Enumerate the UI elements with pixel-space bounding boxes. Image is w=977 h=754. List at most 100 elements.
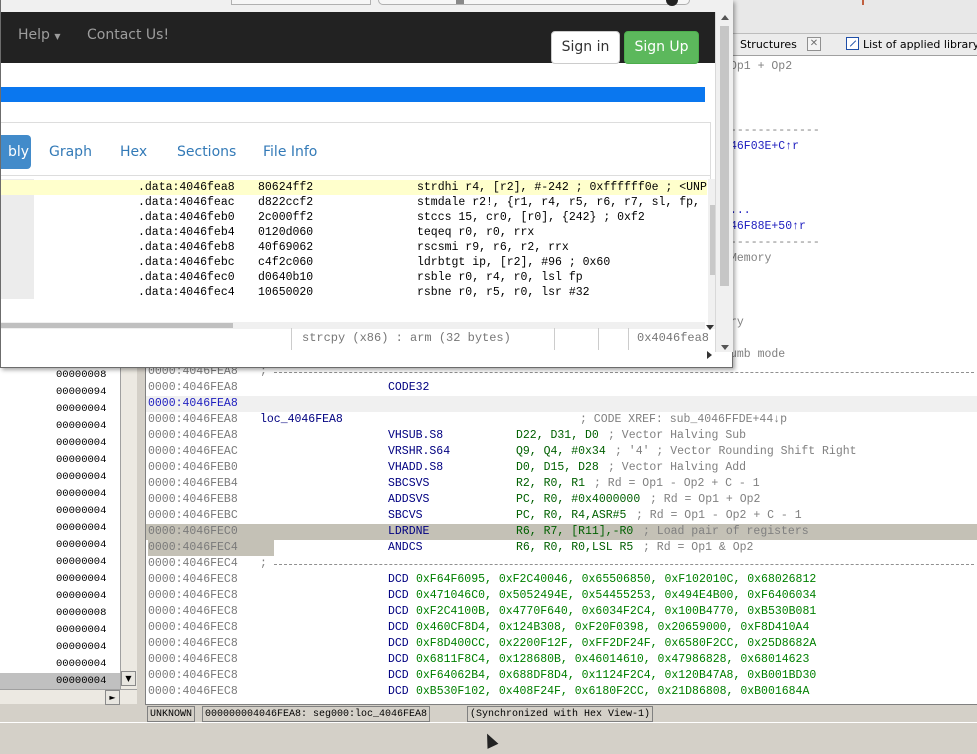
listing-row[interactable]: 0000:4046FEC4 ANDCS R6, R0, R0,LSL R5 ; Rd … bbox=[146, 540, 977, 556]
listing-operands: PC, R0, #0x4000000 bbox=[516, 493, 641, 506]
listing-row[interactable]: 0000:4046FEB4 SBCSVS R2, R0, R1 ; Rd = Op1 … bbox=[146, 476, 977, 492]
status-unknown: UNKNOWN bbox=[147, 706, 196, 722]
right-pane-line: ------------- bbox=[730, 124, 820, 138]
nav-contact[interactable]: Contact Us! bbox=[87, 27, 169, 43]
right-pane-text: ------------- bbox=[730, 236, 820, 249]
disasm-row[interactable]: .data:4046feb8 40f69062 rscsmi r9, r6, r2,… bbox=[1, 240, 707, 255]
disasm-row[interactable]: .data:4046febc c4f2c060 ldrbtgt ip, [r2], … bbox=[1, 255, 707, 270]
listing-row[interactable]: 0000:4046FEA8 loc_4046FEA8 ; CODE XREF: su… bbox=[146, 412, 977, 428]
listing-row[interactable]: 0000:4046FEC8 DCD 0xB530F102, 0x408F24F, 0… bbox=[146, 684, 977, 700]
listing-row[interactable]: 0000:4046FEC8 DCD 0xF2C4100B, 0x4770F640, … bbox=[146, 604, 977, 620]
nav-help-label: Help bbox=[18, 27, 50, 43]
listing-address: 0000:4046FEC8 bbox=[148, 605, 238, 618]
tab-applied-libraries[interactable]: List of applied library r bbox=[846, 36, 977, 56]
scroll-right-icon[interactable]: ► bbox=[105, 690, 120, 705]
listing-mnemonic: DCD bbox=[388, 685, 409, 698]
nav-help[interactable]: Help ▼ bbox=[18, 27, 61, 43]
disasm-row[interactable]: .data:4046fec0 d0640b10 rsble r0, r4, r0, … bbox=[1, 270, 707, 285]
disasm-row[interactable]: .data:4046feb4 0120d060 teqeq r0, r0, rrx bbox=[1, 225, 707, 240]
listing-row[interactable]: 0000:4046FEA8 CODE32 bbox=[146, 380, 977, 396]
left-pane-value: 00000008 bbox=[56, 607, 107, 619]
disasm-row[interactable]: .data:4046feb0 2c000ff2 stccs 15, cr0, [r0… bbox=[1, 210, 707, 225]
tab-structures[interactable]: Structures bbox=[740, 36, 797, 56]
listing-operands: 0xB530F102, 0x408F24F, 0x6180F2CC, 0x21D… bbox=[416, 685, 810, 698]
status-blank bbox=[598, 328, 628, 350]
tab-file-info[interactable]: File Info bbox=[255, 135, 325, 169]
tab-assembly[interactable]: bly bbox=[1, 135, 31, 169]
listing-address: 0000:4046FEA8 bbox=[148, 397, 238, 410]
left-pane-hscrollbar[interactable]: ► bbox=[0, 689, 137, 705]
sign-up-button[interactable]: Sign Up bbox=[624, 31, 699, 64]
listing-comment: ; Load pair of registers bbox=[643, 525, 809, 538]
disasm-row[interactable]: .data:4046feac d822ccf2 stmdale r2!, {r1, … bbox=[1, 195, 707, 210]
scroll-up-icon[interactable] bbox=[721, 15, 729, 20]
disasm-row[interactable]: .data:4046fec4 10650020 rsbne r0, r5, r0, … bbox=[1, 285, 707, 300]
listing-row[interactable]: 0000:4046FEA8 VHSUB.S8 D22, D31, D0 ; Vecto… bbox=[146, 428, 977, 444]
listing-row[interactable]: 0000:4046FEC8 DCD 0x6811F8C4, 0x128680B, 0… bbox=[146, 652, 977, 668]
left-pane-scrollbar[interactable]: ▼ bbox=[120, 364, 137, 704]
disassembly-panel: bly Graph Hex Sections File Info .data:4… bbox=[1, 122, 720, 329]
sign-in-button[interactable]: Sign in bbox=[551, 31, 620, 64]
listing-operands: R6, R0, R0,LSL R5 bbox=[516, 541, 634, 554]
scroll-down-icon[interactable]: ▼ bbox=[121, 671, 136, 686]
left-pane-value: 00000004 bbox=[56, 488, 107, 500]
listing-row[interactable]: 0000:4046FEC8 DCD 0xF64F6095, 0xF2C40046, … bbox=[146, 572, 977, 588]
left-pane-value: 00000004 bbox=[56, 573, 107, 585]
listing-address: 0000:4046FEC8 bbox=[148, 669, 238, 682]
listing-row[interactable]: 0000:4046FEC8 DCD 0xF8D400CC, 0x2200F12F, … bbox=[146, 636, 977, 652]
listing-operands: D0, D15, D28 bbox=[516, 461, 599, 474]
listing-row[interactable]: 0000:4046FEC8 DCD 0xF64062B4, 0x688DF8D4, … bbox=[146, 668, 977, 684]
disasm-bytes: 0120d060 bbox=[258, 226, 314, 239]
scroll-down-icon[interactable] bbox=[721, 345, 729, 350]
popup-vscrollbar[interactable] bbox=[715, 12, 733, 352]
tab-hex[interactable]: Hex bbox=[112, 135, 155, 169]
disasm-ins: ldrbtgt ip, [r2], #96 ; 0x60 bbox=[417, 256, 611, 269]
listing-row[interactable]: 0000:4046FEBC SBCVS PC, R0, R4,ASR#5 ; Rd =… bbox=[146, 508, 977, 524]
ida-title-strip bbox=[730, 0, 977, 34]
listing-separator: ; bbox=[260, 557, 267, 570]
listing-row[interactable]: 0000:4046FEC4; bbox=[146, 556, 977, 572]
tab-sections[interactable]: Sections bbox=[169, 135, 244, 169]
listing-row[interactable]: 0000:4046FEC8 DCD 0x460CF8D4, 0x124B308, 0… bbox=[146, 620, 977, 636]
caret-down-icon: ▼ bbox=[54, 32, 61, 41]
disassembly-view[interactable]: .data:4046fea8 80624ff2 strdhi r4, [r2], #… bbox=[1, 179, 707, 329]
right-pane-line: ------------- bbox=[730, 236, 820, 250]
listing-operands: 0xF64F6095, 0xF2C40046, 0x65506850, 0xF1… bbox=[416, 573, 817, 586]
listing-comment: ; Rd = Op1 & Op2 bbox=[643, 541, 754, 554]
disasm-bytes: 10650020 bbox=[258, 286, 314, 299]
listing-comment: ; Vector Halving Add bbox=[608, 461, 747, 474]
listing-label[interactable]: loc_4046FEA8 bbox=[260, 412, 343, 428]
right-pane-line: 46F88E+50↑r bbox=[730, 220, 806, 234]
listing-mnemonic: DCD bbox=[388, 669, 409, 682]
listing-address: 0000:4046FEA8 bbox=[148, 381, 238, 394]
right-pane-line: 46F03E+C↑r bbox=[730, 140, 799, 154]
listing-address: 0000:4046FEC8 bbox=[148, 637, 238, 650]
disasm-addr: .data:4046febc bbox=[138, 256, 235, 269]
ida-disassembly-listing[interactable]: 0000:4046FEA8; 0000:4046FEA8 CODE32 0000:40… bbox=[145, 364, 977, 704]
site-navbar: Help ▼ Contact Us! Sign in Sign Up bbox=[1, 12, 715, 64]
scroll-down-icon[interactable] bbox=[706, 325, 714, 330]
separator-line bbox=[274, 372, 974, 373]
disasm-bytes: 40f69062 bbox=[258, 241, 314, 254]
listing-row[interactable]: 0000:4046FEA8 bbox=[146, 396, 977, 412]
disasm-addr: .data:4046fec4 bbox=[138, 286, 235, 299]
disasm-ins: stmdale r2!, {r1, r4, r5, r6, r7, sl, fp… bbox=[417, 196, 700, 209]
listing-comment: ; CODE XREF: sub_4046FFDE+44↓p bbox=[580, 413, 788, 426]
listing-address: 0000:4046FEB4 bbox=[148, 477, 238, 490]
listing-row[interactable]: 0000:4046FEC8 DCD 0x471046C0, 0x5052494E, … bbox=[146, 588, 977, 604]
disassembly-status-bar: strcpy (x86) : arm (32 bytes) 0x4046fea8 bbox=[1, 328, 715, 350]
left-pane-value: 00000004 bbox=[56, 658, 107, 670]
panel-tabs: bly Graph Hex Sections File Info bbox=[1, 123, 711, 176]
disasm-row[interactable]: .data:4046fea8 80624ff2 strdhi r4, [r2], #… bbox=[1, 180, 707, 195]
tab-graph[interactable]: Graph bbox=[41, 135, 100, 169]
ida-right-pane bbox=[730, 56, 977, 364]
listing-row[interactable]: 0000:4046FEC0 LDRDNE R6, R7, [R11],-R0 ; Lo… bbox=[146, 524, 977, 540]
listing-operands: 0xF64062B4, 0x688DF8D4, 0x1124F2C4, 0x12… bbox=[416, 669, 817, 682]
listing-row[interactable]: 0000:4046FEAC VRSHR.S64 Q9, Q4, #0x34 ; '4'… bbox=[146, 444, 977, 460]
listing-row[interactable]: 0000:4046FEB0 VHADD.S8 D0, D15, D28 ; Vecto… bbox=[146, 460, 977, 476]
scroll-right-icon[interactable] bbox=[707, 351, 712, 359]
close-icon[interactable]: ✕ bbox=[807, 37, 821, 51]
listing-row[interactable]: 0000:4046FEB8 ADDSVS PC, R0, #0x4000000 ; R… bbox=[146, 492, 977, 508]
left-pane-value: 00000004 bbox=[56, 420, 107, 432]
ida-tab-bar: Structures ✕ List of applied library r bbox=[730, 34, 977, 56]
